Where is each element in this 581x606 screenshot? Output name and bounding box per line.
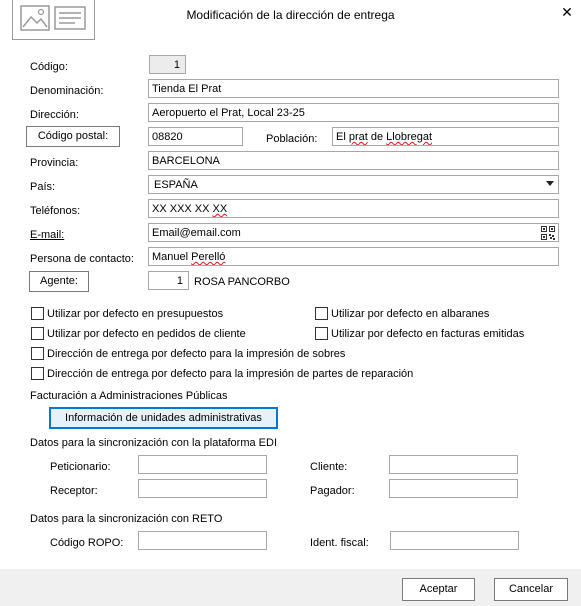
pais-value: ESPAÑA	[154, 179, 198, 191]
aceptar-button[interactable]: Aceptar	[402, 578, 475, 601]
peticionario-label: Peticionario:	[50, 461, 111, 473]
spelling-marked-word: Perelló	[191, 251, 226, 263]
email-label[interactable]: E-mail:	[30, 228, 64, 242]
checkbox-reparacion[interactable]	[31, 367, 44, 380]
chevron-down-icon[interactable]	[546, 181, 554, 186]
email-value: Email@email.com	[152, 227, 241, 239]
denominacion-label: Denominación:	[30, 85, 104, 97]
telefonos-field[interactable]: XX XXX XX XX	[148, 199, 559, 218]
checkbox-pedidos[interactable]	[31, 327, 44, 340]
checkbox-pedidos-label: Utilizar por defecto en pedidos de clien…	[47, 328, 246, 340]
reto-heading: Datos para la sincronización con RETO	[30, 513, 223, 525]
ropo-label: Código ROPO:	[50, 537, 124, 549]
spelling-marked-word: XX	[212, 203, 228, 215]
cliente-field[interactable]	[389, 455, 518, 474]
checkbox-albaranes-label: Utilizar por defecto en albaranes	[331, 308, 490, 320]
pagador-label: Pagador:	[310, 485, 355, 497]
poblacion-field[interactable]: El prat de Llobregat	[332, 127, 559, 146]
telefonos-label: Teléfonos:	[30, 205, 81, 217]
checkbox-facturas-label: Utilizar por defecto en facturas emitida…	[331, 328, 525, 340]
ident-fiscal-label: Ident. fiscal:	[310, 537, 369, 549]
poblacion-text: de	[367, 131, 387, 143]
unidades-administrativas-button[interactable]: Información de unidades administrativas	[49, 407, 278, 429]
contacto-field[interactable]: Manuel Perelló	[148, 247, 559, 266]
agente-code-field[interactable]: 1	[148, 271, 189, 290]
codigo-postal-field[interactable]: 08820	[148, 127, 243, 146]
ropo-field[interactable]	[138, 531, 267, 550]
dialog-title: Modificación de la dirección de entrega	[186, 8, 395, 22]
pais-select[interactable]: ESPAÑA	[148, 175, 559, 194]
checkbox-reparacion-label: Dirección de entrega por defecto para la…	[47, 368, 414, 380]
receptor-field[interactable]	[138, 479, 267, 498]
email-field[interactable]: Email@email.com	[148, 223, 559, 242]
poblacion-text: El	[336, 131, 349, 143]
pais-label: País:	[30, 181, 56, 193]
codigo-field[interactable]: 1	[149, 55, 186, 74]
contacto-label: Persona de contacto:	[30, 253, 134, 265]
checkbox-facturas[interactable]	[315, 327, 328, 340]
pagador-field[interactable]	[389, 479, 518, 498]
codigo-postal-button[interactable]: Código postal:	[26, 126, 120, 147]
provincia-label: Provincia:	[30, 157, 79, 169]
agente-name: ROSA PANCORBO	[194, 276, 290, 288]
codigo-label: Código:	[30, 61, 68, 73]
direccion-field[interactable]: Aeropuerto el Prat, Local 23-25	[148, 103, 559, 122]
spelling-marked-word: Llobregat	[386, 131, 433, 143]
poblacion-label: Población:	[266, 133, 318, 145]
checkbox-sobres[interactable]	[31, 347, 44, 360]
admin-heading: Facturación a Administraciones Públicas	[30, 390, 228, 402]
telefonos-text: XX XXX XX	[152, 203, 213, 215]
qr-code-icon[interactable]	[541, 226, 555, 241]
checkbox-presupuestos[interactable]	[31, 307, 44, 320]
spelling-marked-word: prat	[348, 131, 368, 143]
close-icon[interactable]: ✕	[558, 3, 576, 21]
direccion-label: Dirección:	[30, 109, 79, 121]
cancelar-button[interactable]: Cancelar	[494, 578, 568, 601]
receptor-label: Receptor:	[50, 485, 98, 497]
denominacion-field[interactable]: Tienda El Prat	[148, 79, 559, 98]
agente-button[interactable]: Agente:	[29, 271, 89, 292]
ident-fiscal-field[interactable]	[390, 531, 519, 550]
provincia-field[interactable]: BARCELONA	[148, 151, 559, 170]
cliente-label: Cliente:	[310, 461, 348, 473]
edi-heading: Datos para la sincronización con la plat…	[30, 437, 278, 449]
checkbox-albaranes[interactable]	[315, 307, 328, 320]
dialog-window: Modificación de la dirección de entrega …	[0, 0, 581, 606]
contacto-text: Manuel	[152, 251, 192, 263]
peticionario-field[interactable]	[138, 455, 267, 474]
checkbox-presupuestos-label: Utilizar por defecto en presupuestos	[47, 308, 224, 320]
checkbox-sobres-label: Dirección de entrega por defecto para la…	[47, 348, 346, 360]
